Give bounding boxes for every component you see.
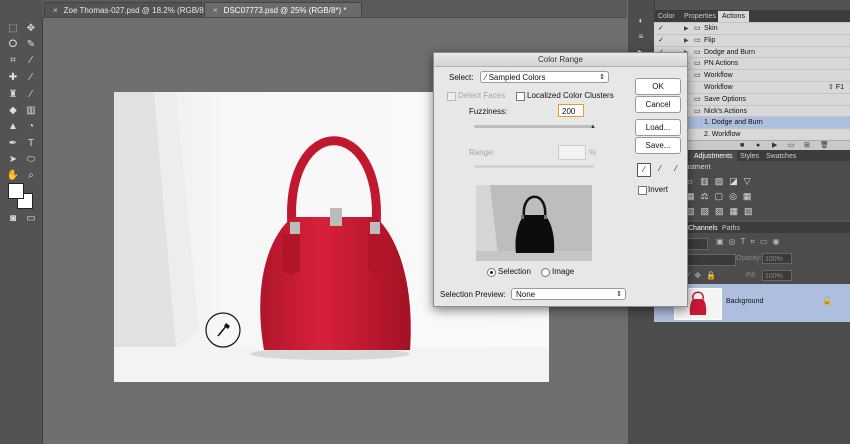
selection-preview-dropdown[interactable]: None ⇕ bbox=[511, 288, 626, 300]
localized-clusters-checkbox[interactable] bbox=[516, 92, 525, 101]
lock-icons[interactable]: ⁄✥🔒 bbox=[688, 271, 721, 280]
image-radio[interactable] bbox=[541, 268, 550, 277]
fill-label: Fill: bbox=[746, 272, 757, 279]
marquee-tool-icon[interactable]: ⬚ bbox=[6, 22, 20, 36]
adjustment-icons-row-3[interactable]: ▧▧▨▦▧ bbox=[686, 206, 759, 217]
properties-panel-icon[interactable]: ≡ bbox=[634, 30, 648, 44]
quick-mask-icon[interactable]: ◙ bbox=[6, 212, 20, 226]
document-tab-bar: × Zoe Thomas-027.psd @ 18.2% (RGB/8*) * ×… bbox=[42, 0, 627, 18]
color-panel-icon[interactable]: ◐ bbox=[634, 14, 648, 28]
ok-button[interactable]: OK bbox=[635, 78, 681, 95]
range-label: Range: bbox=[469, 148, 495, 157]
lock-icon: 🔒 bbox=[822, 296, 832, 305]
opacity-field[interactable]: 100% bbox=[762, 253, 792, 264]
tab-adjustments[interactable]: Adjustments bbox=[690, 151, 737, 162]
dropdown-arrow-icon: ⇕ bbox=[599, 74, 605, 81]
action-row[interactable]: ▭ ✓ ▶ Skin bbox=[654, 22, 850, 34]
tab-label: DSC07773.psd @ 25% (RGB/8*) * bbox=[223, 6, 347, 15]
gradient-tool-icon[interactable]: ▥ bbox=[24, 104, 38, 118]
tab-color[interactable]: Color bbox=[654, 11, 679, 22]
tab-zoe-thomas[interactable]: × Zoe Thomas-027.psd @ 18.2% (RGB/8*) * bbox=[44, 2, 215, 17]
foreground-color-swatch[interactable] bbox=[8, 183, 24, 199]
tab-paths[interactable]: Paths bbox=[718, 223, 744, 234]
preview-mask bbox=[476, 185, 592, 261]
adjustment-icons-row-2[interactable]: ▦⚖▢◎▦ bbox=[686, 191, 757, 202]
selection-radio-label: Selection bbox=[498, 267, 531, 276]
invert-label: Invert bbox=[648, 185, 669, 194]
save-button[interactable]: Save... bbox=[635, 137, 681, 154]
load-button[interactable]: Load... bbox=[635, 119, 681, 136]
localized-clusters-label: Localized Color Clusters bbox=[527, 91, 614, 100]
selection-preview-value: None bbox=[516, 290, 536, 299]
opacity-label: Opacity: bbox=[736, 255, 762, 262]
cancel-button[interactable]: Cancel bbox=[635, 96, 681, 113]
pen-tool-icon[interactable]: ✒ bbox=[6, 137, 20, 151]
dodge-tool-icon[interactable]: ◔ bbox=[24, 120, 38, 134]
lasso-tool-icon[interactable]: ⵔ bbox=[6, 38, 20, 52]
blur-tool-icon[interactable]: ▲ bbox=[6, 120, 20, 134]
fill-field[interactable]: 100% bbox=[762, 270, 792, 281]
tab-dsc07773[interactable]: × DSC07773.psd @ 25% (RGB/8*) * bbox=[204, 2, 362, 17]
close-icon[interactable]: × bbox=[53, 6, 58, 15]
crop-tool-icon[interactable]: ⌗ bbox=[6, 54, 20, 68]
type-tool-icon[interactable]: T bbox=[24, 137, 38, 151]
eyedropper-icon: ⁄ bbox=[485, 73, 487, 82]
eyedropper-tool-icon[interactable]: ⁄ bbox=[24, 54, 38, 68]
hand-tool-icon[interactable]: ✋ bbox=[6, 169, 20, 183]
range-field[interactable] bbox=[558, 145, 586, 160]
fuzziness-label: Fuzziness: bbox=[469, 107, 508, 116]
brush-tool-icon[interactable]: ⁄ bbox=[24, 71, 38, 85]
path-select-tool-icon[interactable]: ➤ bbox=[6, 153, 20, 167]
select-label: Select: bbox=[449, 73, 474, 82]
actions-panel-tabs: Color Properties Actions bbox=[654, 10, 850, 22]
fuzziness-slider-thumb[interactable]: ▲ bbox=[590, 124, 596, 130]
ellipse-tool-icon[interactable]: ⬭ bbox=[24, 153, 38, 167]
tools-panel: ⬚ ✥ ⵔ ✎ ⌗ ⁄ ✚ ⁄ ♜ ⁄ ◆ ▥ ▲ ◔ ✒ T ➤ ⬭ ✋ ⌕ … bbox=[0, 0, 43, 444]
selection-radio[interactable] bbox=[487, 268, 496, 277]
tab-styles[interactable]: Styles bbox=[736, 151, 763, 162]
image-radio-label: Image bbox=[552, 267, 575, 276]
tab-channels[interactable]: Channels bbox=[684, 223, 722, 234]
range-slider[interactable] bbox=[474, 165, 594, 168]
selection-preview-image bbox=[476, 185, 592, 261]
fuzziness-field[interactable]: 200 bbox=[558, 104, 584, 117]
action-row[interactable]: ▭ ✓ ▶ Flip bbox=[654, 33, 850, 46]
close-icon[interactable]: × bbox=[213, 6, 218, 15]
adjustment-icons-row-1[interactable]: ☼▥▧◪▽ bbox=[686, 176, 757, 187]
screen-mode-icon[interactable]: ▭ bbox=[24, 212, 38, 226]
eyedropper-minus-icon[interactable]: ⁄ bbox=[670, 163, 682, 175]
range-unit: % bbox=[589, 148, 597, 157]
eyedropper-plus-icon[interactable]: ⁄ bbox=[654, 163, 666, 175]
tab-label: Zoe Thomas-027.psd @ 18.2% (RGB/8*) * bbox=[63, 6, 215, 15]
select-dropdown[interactable]: ⁄ Sampled Colors ⇕ bbox=[480, 71, 609, 83]
move-tool-icon[interactable]: ✥ bbox=[24, 22, 38, 36]
healing-brush-tool-icon[interactable]: ✚ bbox=[6, 71, 20, 85]
invert-checkbox[interactable] bbox=[638, 186, 647, 195]
fuzziness-slider[interactable] bbox=[474, 125, 594, 128]
color-range-dialog: Color Range Select: ⁄ Sampled Colors ⇕ D… bbox=[433, 52, 688, 307]
detect-faces-label: Detect Faces bbox=[458, 91, 506, 100]
layer-filter-icons[interactable]: ▣◎T⌗▭◉ bbox=[716, 237, 784, 247]
detect-faces-checkbox[interactable] bbox=[447, 92, 456, 101]
tab-actions[interactable]: Actions bbox=[718, 11, 749, 22]
quick-select-tool-icon[interactable]: ✎ bbox=[24, 38, 38, 52]
layer-name: Background bbox=[726, 298, 764, 305]
zoom-tool-icon[interactable]: ⌕ bbox=[24, 169, 38, 183]
tab-swatches[interactable]: Swatches bbox=[762, 151, 800, 162]
select-value: Sampled Colors bbox=[488, 73, 546, 82]
history-brush-tool-icon[interactable]: ⁄ bbox=[24, 88, 38, 102]
eraser-tool-icon[interactable]: ◆ bbox=[6, 104, 20, 118]
clone-stamp-tool-icon[interactable]: ♜ bbox=[6, 88, 20, 102]
dropdown-arrow-icon: ⇕ bbox=[616, 291, 622, 298]
selection-preview-label: Selection Preview: bbox=[440, 290, 506, 299]
dialog-title: Color Range bbox=[434, 53, 687, 67]
tab-properties[interactable]: Properties bbox=[680, 11, 720, 22]
eyedropper-icon[interactable]: ⁄ bbox=[637, 163, 651, 177]
